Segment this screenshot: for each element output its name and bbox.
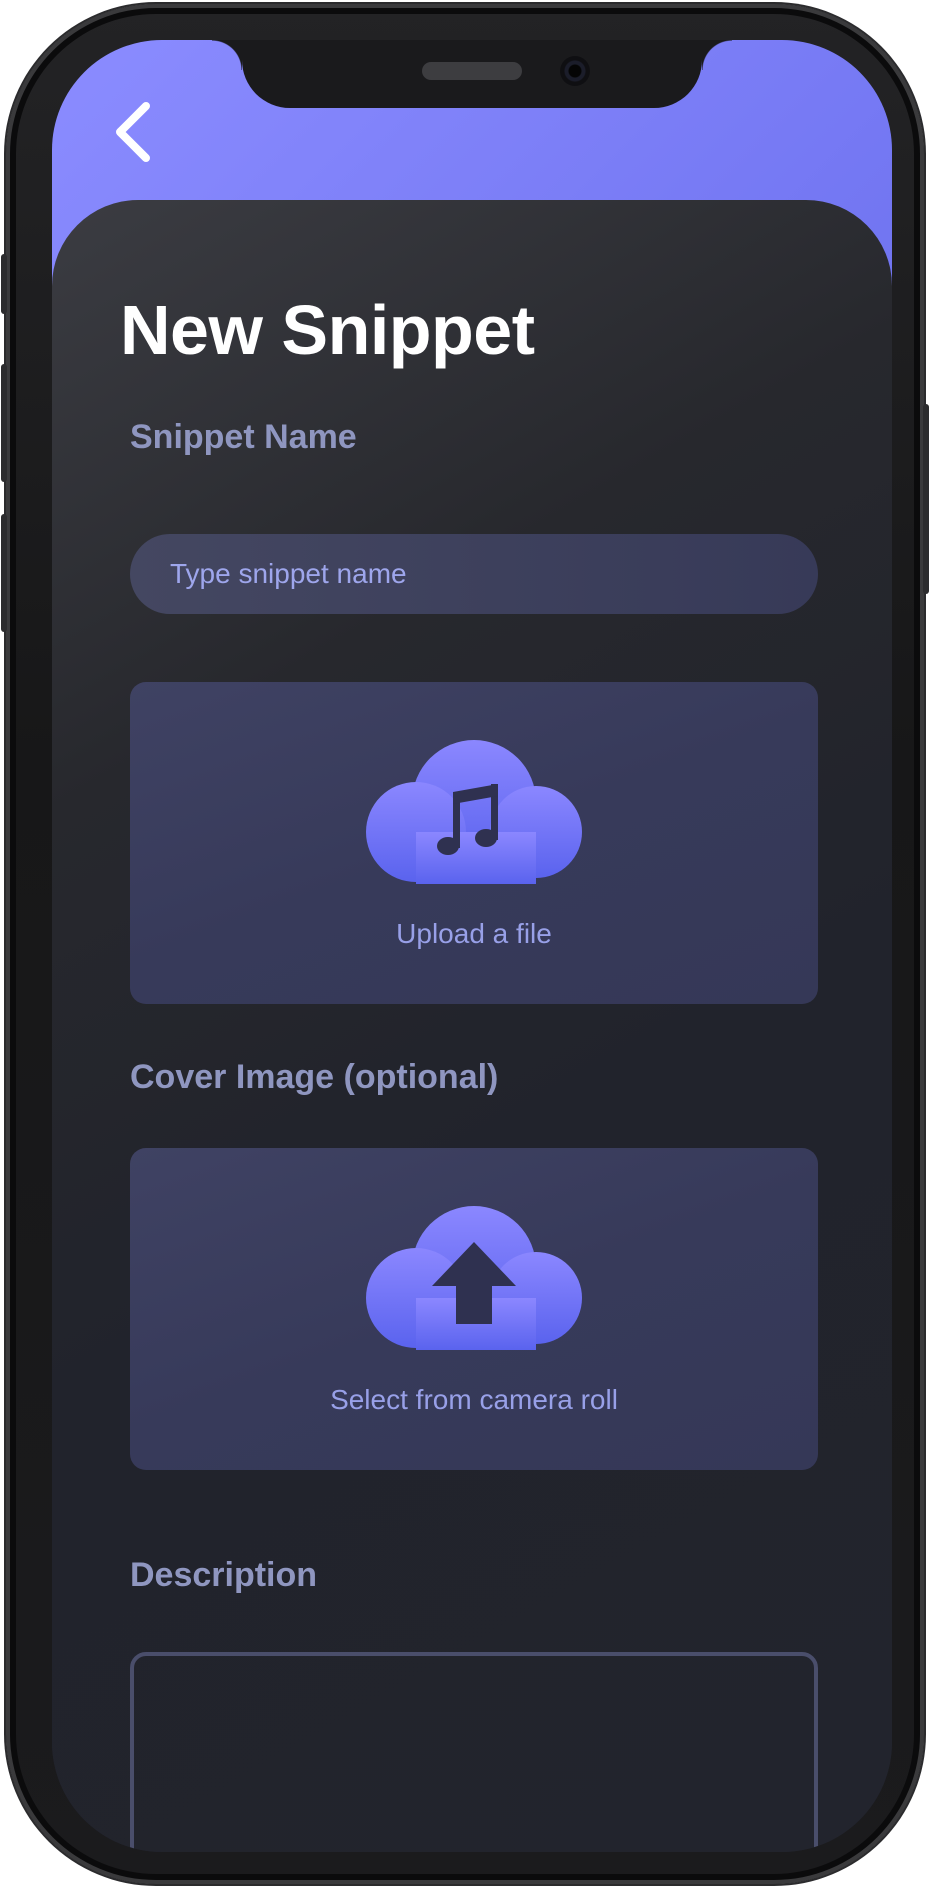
snippet-name-label: Snippet Name <box>130 418 357 456</box>
back-button[interactable] <box>108 96 164 168</box>
upload-file-caption: Upload a file <box>396 918 552 949</box>
snippet-name-input[interactable] <box>130 534 818 614</box>
form-card: New Snippet Snippet Name Type snippet na… <box>52 200 892 1852</box>
page-title: New Snippet <box>120 291 535 369</box>
power-button <box>923 404 929 594</box>
cover-image-label: Cover Image (optional) <box>130 1058 499 1096</box>
upload-file-button[interactable]: Upload a file <box>130 682 818 1004</box>
volume-up-button <box>1 364 7 482</box>
phone-frame: New Snippet Snippet Name Type snippet na… <box>1 4 929 1884</box>
upload-cloud-icon <box>366 1206 582 1350</box>
front-camera <box>560 56 590 86</box>
notch <box>212 40 732 108</box>
volume-down-button <box>1 514 7 632</box>
music-cloud-icon <box>366 740 582 884</box>
description-textarea[interactable] <box>130 1652 818 1852</box>
camera-roll-button[interactable]: Select from camera roll <box>130 1148 818 1470</box>
description-label: Description <box>130 1556 318 1594</box>
app-screen: New Snippet Snippet Name Type snippet na… <box>52 40 892 1852</box>
camera-roll-caption: Select from camera roll <box>330 1384 618 1415</box>
chevron-left-icon <box>116 102 150 162</box>
speaker-grille <box>422 62 522 80</box>
silent-switch <box>1 254 7 314</box>
